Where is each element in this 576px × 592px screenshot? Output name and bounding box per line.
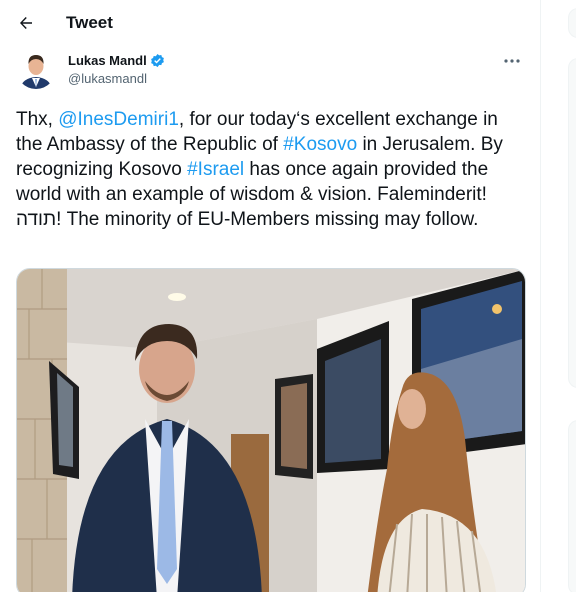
verified-badge-icon	[150, 53, 164, 68]
tweet-photo[interactable]	[16, 268, 526, 592]
author-handle[interactable]: @lukasmandl	[68, 71, 165, 86]
tweet-text-segment: Thx,	[16, 109, 59, 130]
arrow-left-icon	[20, 16, 32, 29]
author-names: Lukas Mandl @lukasmandl	[68, 49, 165, 86]
tweet-text: Thx, @InesDemiri1, for our today‘s excel…	[16, 107, 526, 232]
tweet-detail-column: Tweet Lukas Mandl @lukasmandl Thx, @Ines…	[0, 0, 541, 592]
more-horizontal-icon	[504, 59, 520, 63]
search-box[interactable]	[568, 8, 576, 38]
page-header: Tweet	[0, 0, 540, 45]
author-name[interactable]: Lukas Mandl	[68, 53, 147, 68]
sidebar-panel	[568, 58, 576, 388]
right-sidebar	[542, 0, 576, 592]
hashtag-link-kosovo[interactable]: #Kosovo	[283, 134, 357, 155]
author-name-line[interactable]: Lukas Mandl	[68, 53, 165, 68]
more-button[interactable]	[502, 53, 522, 69]
mention-link[interactable]: @InesDemiri1	[58, 109, 179, 130]
back-button[interactable]	[16, 13, 36, 33]
avatar[interactable]	[16, 49, 56, 89]
page-title: Tweet	[66, 12, 113, 32]
sidebar-panel	[568, 420, 576, 592]
hashtag-link-israel[interactable]: #Israel	[187, 159, 244, 180]
tweet-author: Lukas Mandl @lukasmandl	[16, 49, 524, 97]
